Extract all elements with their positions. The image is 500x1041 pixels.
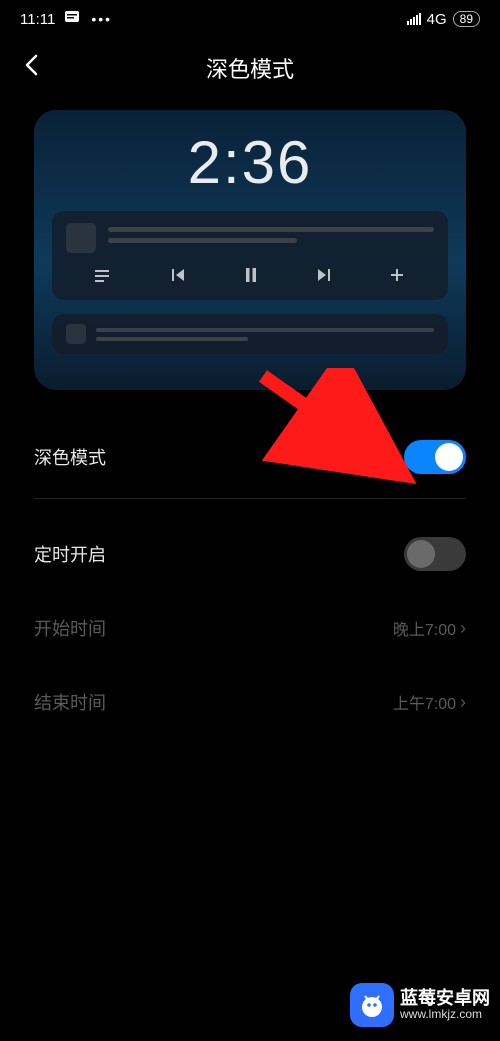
message-icon — [65, 10, 81, 28]
dark-mode-label: 深色模式 — [34, 444, 106, 470]
chevron-right-icon: › — [460, 618, 466, 639]
dark-mode-row[interactable]: 深色模式 — [34, 420, 466, 494]
signal-icon — [407, 13, 421, 25]
watermark-logo-icon — [350, 983, 394, 1027]
divider — [34, 498, 466, 499]
page-title: 深色模式 — [0, 52, 500, 84]
end-time-label: 结束时间 — [34, 689, 106, 715]
end-time-row[interactable]: 结束时间 上午7:00 › — [34, 665, 466, 739]
text-placeholder-line — [96, 328, 434, 332]
battery-indicator: 89 — [453, 11, 480, 27]
back-button[interactable] — [22, 53, 40, 84]
dark-mode-preview: 2:36 — [34, 110, 466, 390]
preview-notification — [52, 314, 448, 354]
chevron-right-icon: › — [460, 692, 466, 713]
end-time-value: 上午7:00 — [393, 690, 456, 714]
status-bar: 11:11 ••• 4G 89 — [0, 0, 500, 38]
pause-icon — [244, 267, 258, 288]
preview-music-widget — [52, 211, 448, 300]
start-time-value: 晚上7:00 — [393, 616, 456, 640]
album-art-placeholder — [66, 223, 96, 253]
more-icon: ••• — [91, 11, 112, 27]
status-right: 4G 89 — [407, 11, 480, 28]
status-time: 11:11 — [20, 11, 55, 28]
previous-track-icon — [170, 267, 186, 288]
next-track-icon — [316, 267, 332, 288]
header: 深色模式 — [0, 38, 500, 98]
text-placeholder-line — [108, 238, 297, 243]
notification-app-icon — [66, 324, 86, 344]
plus-icon — [389, 267, 405, 288]
preview-clock: 2:36 — [34, 128, 466, 197]
network-type: 4G — [427, 11, 447, 28]
schedule-toggle[interactable] — [404, 537, 466, 571]
watermark: 蓝莓安卓网 www.lmkjz.com — [350, 983, 490, 1027]
text-placeholder-line — [108, 227, 434, 232]
status-left: 11:11 ••• — [20, 10, 112, 28]
start-time-row[interactable]: 开始时间 晚上7:00 › — [34, 591, 466, 665]
watermark-title: 蓝莓安卓网 — [400, 989, 490, 1009]
schedule-label: 定时开启 — [34, 541, 106, 567]
watermark-url: www.lmkjz.com — [400, 1008, 490, 1021]
text-placeholder-line — [96, 337, 248, 341]
playlist-icon — [95, 267, 113, 288]
start-time-label: 开始时间 — [34, 615, 106, 641]
dark-mode-toggle[interactable] — [404, 440, 466, 474]
schedule-row[interactable]: 定时开启 — [34, 517, 466, 591]
